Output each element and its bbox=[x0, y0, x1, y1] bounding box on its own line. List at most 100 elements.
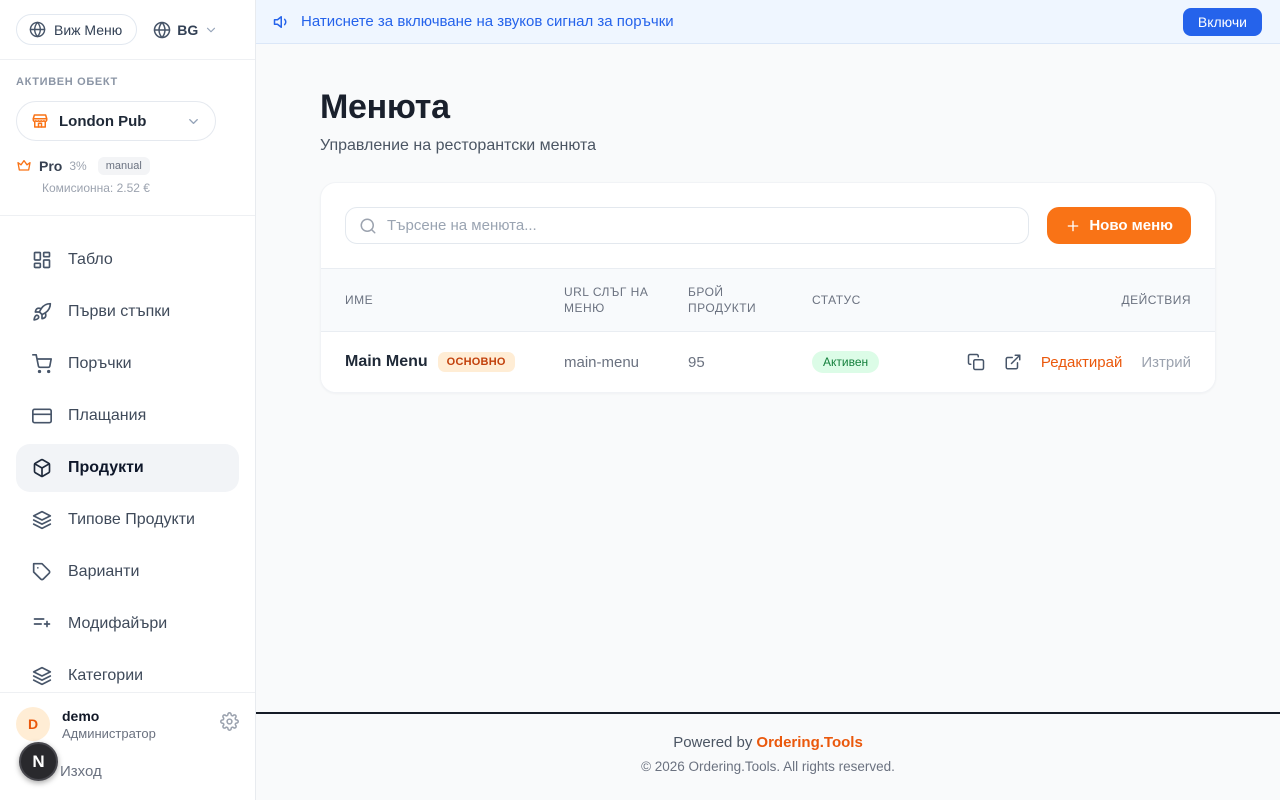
sidebar-item-payments[interactable]: Плащания bbox=[16, 392, 239, 440]
menu-slug: main-menu bbox=[564, 354, 688, 371]
globe-icon bbox=[29, 21, 46, 38]
column-header-status: СТАТУС bbox=[812, 292, 932, 308]
sidebar-item-label: Плащания bbox=[68, 407, 146, 425]
sidebar-item-categories[interactable]: Категории bbox=[16, 652, 239, 692]
sound-banner-text: Натиснете за включване на звуков сигнал … bbox=[301, 13, 674, 30]
search-icon bbox=[359, 217, 377, 235]
sidebar-item-variants[interactable]: Варианти bbox=[16, 548, 239, 596]
chevron-down-icon bbox=[186, 114, 201, 129]
logout-label: Изход bbox=[60, 763, 102, 780]
store-icon bbox=[31, 112, 49, 130]
footer: Powered byOrdering.Tools © 2026 Ordering… bbox=[256, 712, 1280, 800]
column-header-actions: ДЕЙСТВИЯ bbox=[932, 292, 1191, 308]
globe-icon bbox=[153, 21, 171, 39]
column-header-slug: URL СЛЪГ НА МЕНЮ bbox=[564, 284, 688, 316]
new-menu-label: Ново меню bbox=[1089, 217, 1173, 234]
user-name: demo bbox=[62, 708, 156, 724]
cart-icon bbox=[32, 354, 52, 374]
open-external-button[interactable] bbox=[1004, 353, 1022, 371]
page-title: Менюта bbox=[320, 88, 1216, 127]
copy-button[interactable] bbox=[967, 353, 985, 371]
primary-menu-badge: ОСНОВНО bbox=[438, 352, 515, 372]
enable-sound-button[interactable]: Включи bbox=[1183, 8, 1262, 36]
user-role: Администратор bbox=[62, 726, 156, 741]
search-input[interactable] bbox=[387, 217, 1015, 234]
external-link-icon bbox=[1004, 353, 1022, 371]
menu-name-cell: Main Menu ОСНОВНО bbox=[345, 352, 564, 372]
powered-by: Powered byOrdering.Tools bbox=[256, 734, 1280, 751]
sidebar-item-label: Категории bbox=[68, 667, 143, 685]
sidebar-item-product-types[interactable]: Типове Продукти bbox=[16, 496, 239, 544]
menu-status-cell: Активен bbox=[812, 351, 932, 373]
tag-icon bbox=[32, 562, 52, 582]
view-menu-button[interactable]: Виж Меню bbox=[16, 14, 137, 45]
sidebar-item-label: Поръчки bbox=[68, 355, 132, 373]
page-subtitle: Управление на ресторантски менюта bbox=[320, 137, 1216, 155]
page-content: Менюта Управление на ресторантски менюта… bbox=[256, 44, 1280, 712]
app-root: Виж Меню BG АКТИВЕН ОБЕКТ London Pub Pro… bbox=[0, 0, 1280, 800]
user-section: D demo Администратор bbox=[0, 692, 255, 749]
sidebar-top-bar: Виж Меню BG bbox=[0, 0, 255, 60]
copyright: © 2026 Ordering.Tools. All rights reserv… bbox=[256, 759, 1280, 774]
column-header-name: ИМЕ bbox=[345, 292, 564, 308]
sidebar-item-dashboard[interactable]: Табло bbox=[16, 236, 239, 284]
sidebar-item-orders[interactable]: Поръчки bbox=[16, 340, 239, 388]
dashboard-icon bbox=[32, 250, 52, 270]
edit-link[interactable]: Редактирай bbox=[1041, 354, 1123, 371]
search-input-wrapper bbox=[345, 207, 1029, 244]
table-row: Main Menu ОСНОВНО main-menu 95 Активен bbox=[321, 332, 1215, 392]
view-menu-label: Виж Меню bbox=[54, 22, 122, 38]
plus-icon bbox=[1065, 218, 1081, 234]
layers-icon bbox=[32, 510, 52, 530]
table-header-row: ИМЕ URL СЛЪГ НА МЕНЮ БРОЙ ПРОДУКТИ СТАТУ… bbox=[321, 268, 1215, 332]
sidebar-item-first-steps[interactable]: Първи стъпки bbox=[16, 288, 239, 336]
chevron-down-icon bbox=[204, 23, 218, 37]
sidebar-item-label: Варианти bbox=[68, 563, 139, 581]
sidebar-item-modifiers[interactable]: Модифайъри bbox=[16, 600, 239, 648]
commission-label: Комисионна: 2.52 € bbox=[42, 181, 239, 195]
row-actions: Редактирай Изтрий bbox=[932, 353, 1191, 371]
plan-name: Pro bbox=[39, 158, 62, 174]
language-code: BG bbox=[177, 22, 198, 38]
plan-percent: 3% bbox=[69, 159, 86, 173]
nextjs-dev-badge[interactable]: N bbox=[19, 742, 58, 781]
credit-card-icon bbox=[32, 406, 52, 426]
card-toolbar: Ново меню bbox=[321, 183, 1215, 268]
menus-card: Ново меню ИМЕ URL СЛЪГ НА МЕНЮ БРОЙ ПРОД… bbox=[320, 182, 1216, 393]
status-badge: Активен bbox=[812, 351, 879, 373]
delete-link[interactable]: Изтрий bbox=[1141, 354, 1191, 371]
sidebar-nav: Табло Първи стъпки Поръчки Плащания Прод… bbox=[0, 216, 255, 692]
volume-icon bbox=[273, 13, 291, 31]
list-plus-icon bbox=[32, 614, 52, 634]
sound-banner: Натиснете за включване на звуков сигнал … bbox=[256, 0, 1280, 44]
language-selector[interactable]: BG bbox=[153, 21, 218, 39]
brand-link[interactable]: Ordering.Tools bbox=[756, 734, 862, 751]
main-area: Натиснете за включване на звуков сигнал … bbox=[256, 0, 1280, 800]
avatar: D bbox=[16, 707, 50, 741]
package-icon bbox=[32, 458, 52, 478]
sidebar-item-label: Табло bbox=[68, 251, 113, 269]
sidebar-item-label: Модифайъри bbox=[68, 615, 167, 633]
sidebar: Виж Меню BG АКТИВЕН ОБЕКТ London Pub Pro… bbox=[0, 0, 256, 800]
new-menu-button[interactable]: Ново меню bbox=[1047, 207, 1191, 244]
sidebar-item-products[interactable]: Продукти bbox=[16, 444, 239, 492]
column-header-count: БРОЙ ПРОДУКТИ bbox=[688, 284, 812, 316]
menu-name: Main Menu bbox=[345, 353, 428, 371]
venue-select[interactable]: London Pub bbox=[16, 101, 216, 141]
sound-banner-message[interactable]: Натиснете за включване на звуков сигнал … bbox=[273, 13, 674, 31]
plan-mode-badge: manual bbox=[98, 157, 150, 175]
user-info: demo Администратор bbox=[62, 708, 156, 741]
gear-icon bbox=[220, 712, 239, 731]
crown-icon bbox=[16, 158, 32, 174]
powered-by-label: Powered by bbox=[673, 734, 752, 751]
sidebar-item-label: Първи стъпки bbox=[68, 303, 170, 321]
active-object-section: АКТИВЕН ОБЕКТ London Pub Pro 3% manual К… bbox=[0, 60, 255, 216]
settings-button[interactable] bbox=[220, 712, 239, 736]
menu-product-count: 95 bbox=[688, 354, 812, 371]
active-object-label: АКТИВЕН ОБЕКТ bbox=[16, 76, 239, 88]
rocket-icon bbox=[32, 302, 52, 322]
plan-row: Pro 3% manual bbox=[16, 157, 239, 175]
layers-icon bbox=[32, 666, 52, 686]
sidebar-item-label: Типове Продукти bbox=[68, 511, 195, 529]
venue-name: London Pub bbox=[59, 113, 146, 130]
